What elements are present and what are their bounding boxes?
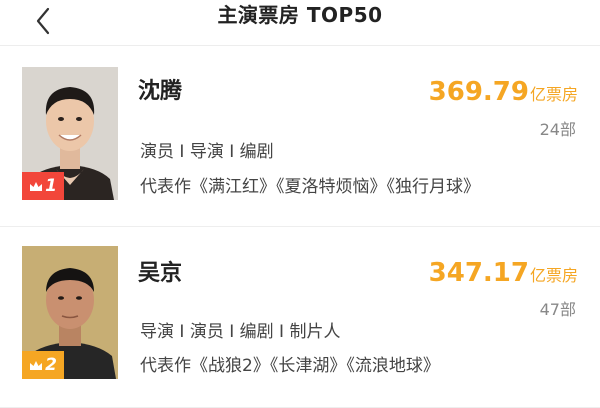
box-office-value: 347.17 [428, 258, 529, 288]
actor-name: 吴京 [138, 261, 183, 286]
rank-badge: 1 [22, 172, 64, 200]
rank-number: 1 [45, 176, 57, 196]
rank-number: 2 [45, 355, 57, 375]
box-office-total: 347.17亿票房 [429, 258, 578, 288]
representative-works: 代表作《满江红》《夏洛特烦恼》《独行月球》 [140, 177, 480, 197]
page-title: 主演票房 TOP50 [217, 3, 383, 27]
box-office-value: 369.79 [428, 77, 529, 107]
film-count: 24部 [539, 120, 576, 139]
actor-roles: 导演 I 演员 I 编剧 I 制片人 [140, 322, 341, 342]
crown-icon [30, 181, 43, 191]
representative-works: 代表作《战狼2》《长津湖》《流浪地球》 [140, 356, 440, 376]
box-office-total: 369.79亿票房 [429, 77, 578, 107]
box-office-unit: 亿票房 [529, 266, 578, 285]
box-office-unit: 亿票房 [529, 85, 578, 104]
actor-photo: 2 [22, 246, 118, 379]
film-count: 47部 [539, 300, 576, 319]
actor-card-1[interactable]: 1 沈腾 369.79亿票房 24部 演员 I 导演 I 编剧 代表作《满江红》… [0, 46, 600, 227]
rank-badge: 2 [22, 351, 64, 379]
actor-card-2[interactable]: 2 吴京 347.17亿票房 47部 导演 I 演员 I 编剧 I 制片人 代表… [0, 227, 600, 408]
actor-name: 沈腾 [138, 79, 183, 104]
top-nav-bar: 主演票房 TOP50 [0, 0, 600, 46]
actor-roles: 演员 I 导演 I 编剧 [140, 142, 274, 162]
actor-photo: 1 [22, 67, 118, 200]
crown-icon [30, 360, 43, 370]
